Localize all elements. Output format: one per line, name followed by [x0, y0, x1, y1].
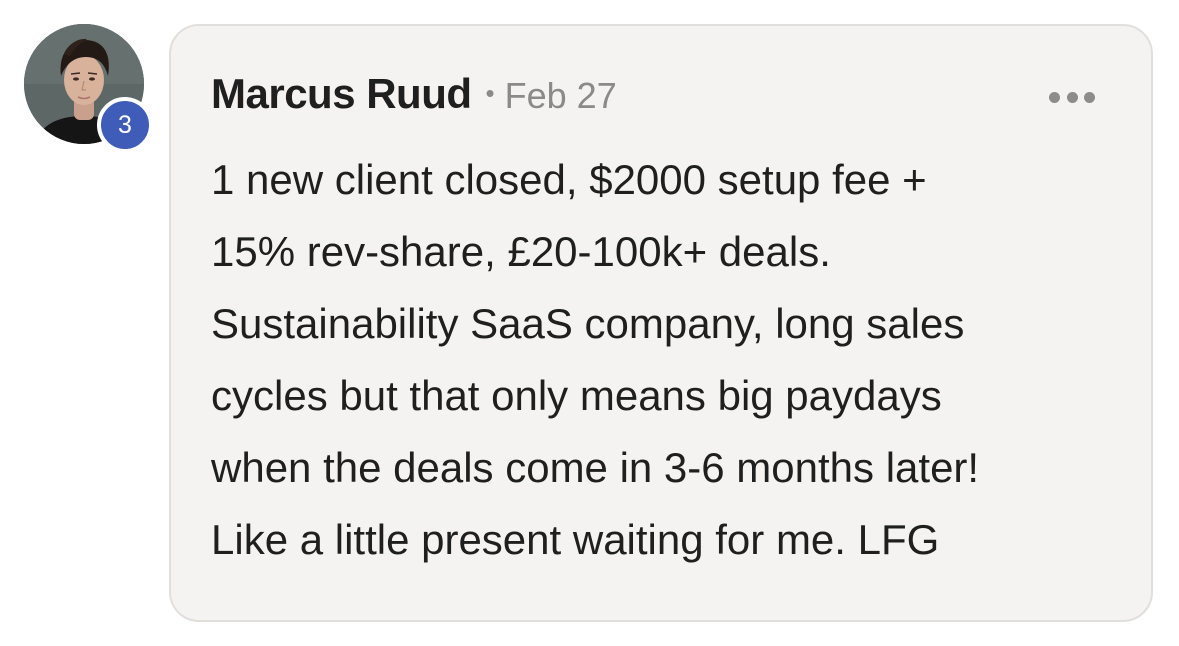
more-dot [1049, 91, 1060, 103]
comment-body-line: 1 new client closed, $2000 setup fee + [211, 156, 927, 203]
author-name[interactable]: Marcus Ruud [211, 70, 472, 118]
author-avatar-wrapper[interactable]: 3 [24, 24, 153, 153]
comment-body-line: cycles but that only means big paydays [211, 372, 942, 419]
comment-bubble: Marcus Ruud • Feb 27 1 new client closed… [169, 24, 1153, 622]
more-options-icon[interactable] [1049, 84, 1095, 110]
comment-body-line: 15% rev-share, £20-100k+ deals. [211, 228, 831, 275]
comment-date[interactable]: Feb 27 [505, 75, 617, 117]
more-dot [1066, 91, 1078, 103]
header-separator: • [485, 78, 495, 108]
more-dot [1084, 91, 1095, 103]
comment-header: Marcus Ruud • Feb 27 [211, 70, 617, 118]
comment-body-line: Sustainability SaaS company, long sales [211, 300, 965, 347]
comment-body-line: Like a little present waiting for me. LF… [211, 516, 940, 563]
level-badge: 3 [97, 97, 153, 153]
comment-body-line: when the deals come in 3-6 months later! [211, 444, 980, 491]
comment-body: 1 new client closed, $2000 setup fee + 1… [211, 144, 1111, 576]
